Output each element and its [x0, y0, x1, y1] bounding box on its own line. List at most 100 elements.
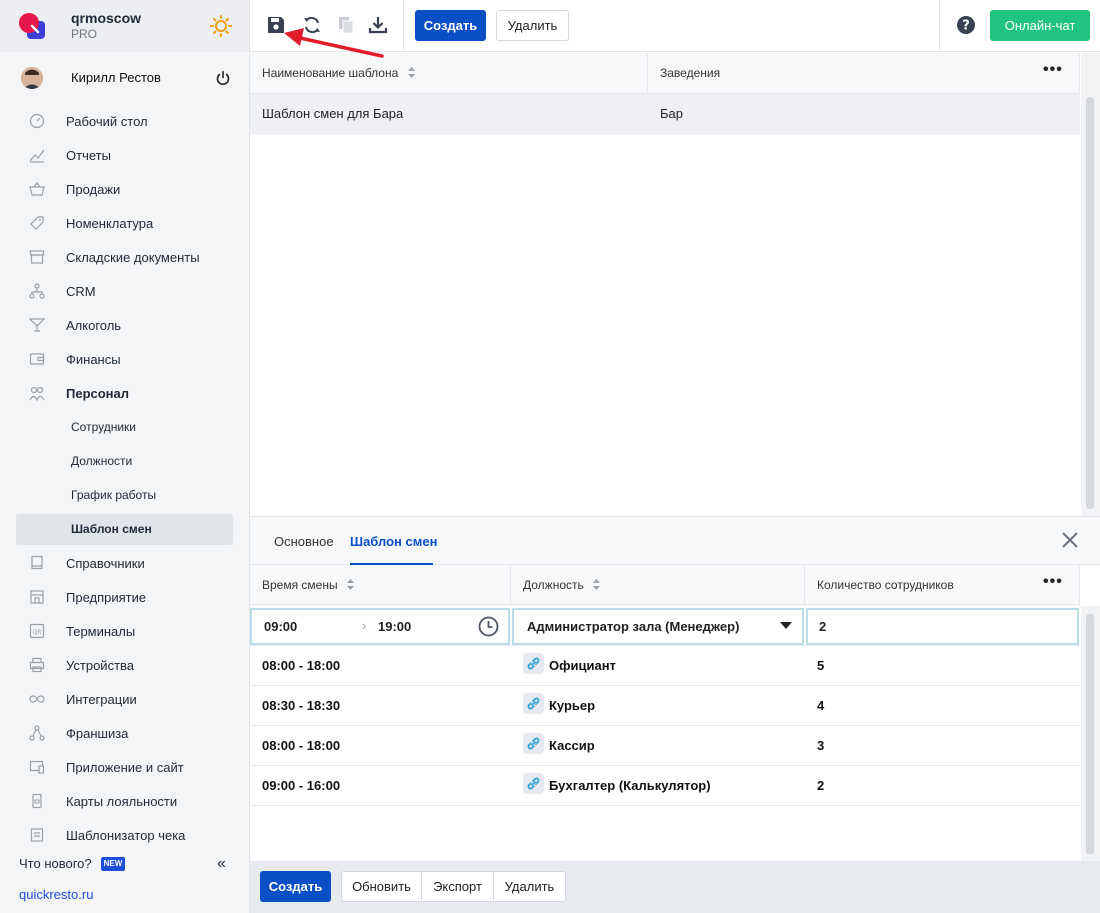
- sidebar-item-franchise[interactable]: Франшиза: [0, 716, 249, 750]
- cell-count: 5: [817, 658, 825, 673]
- table-row[interactable]: 08:00 - 18:00 Официант 5: [250, 646, 1080, 686]
- shift-end-input[interactable]: 19:00: [378, 619, 411, 634]
- copy-icon[interactable]: [336, 15, 356, 35]
- caret-down-icon[interactable]: [780, 622, 792, 630]
- scroll-thumb[interactable]: [1086, 614, 1094, 854]
- panel-tabs: Основное Шаблон смен: [250, 517, 1100, 565]
- position-select-value: Администратор зала (Менеджер): [527, 619, 740, 634]
- column-header-count[interactable]: Количество сотрудников: [817, 578, 954, 592]
- detail-panel: Основное Шаблон смен Время смены Должнос…: [250, 516, 1100, 862]
- sidebar-item-alcohol[interactable]: Алкоголь: [0, 308, 249, 342]
- sidebar-item-receipt-templates[interactable]: Шаблонизатор чека: [0, 818, 249, 852]
- sidebar-item-nomenclature[interactable]: Номенклатура: [0, 206, 249, 240]
- sidebar-item-label: Алкоголь: [66, 318, 122, 333]
- user-row[interactable]: Кирилл Рестов: [0, 60, 249, 96]
- link-icon[interactable]: [523, 693, 544, 714]
- sidebar-item-label: Финансы: [66, 352, 121, 367]
- sort-icon[interactable]: [407, 67, 415, 78]
- shift-start-input[interactable]: 09:00: [264, 619, 297, 634]
- refresh-icon[interactable]: [302, 15, 322, 35]
- sidebar-item-loyalty[interactable]: Карты лояльности: [0, 784, 249, 818]
- column-divider: [1079, 53, 1080, 94]
- column-menu-icon[interactable]: •••: [1043, 61, 1063, 79]
- power-icon[interactable]: [215, 70, 231, 86]
- book-icon: [31, 555, 43, 570]
- sidebar-item-dashboard[interactable]: Рабочий стол: [0, 104, 249, 138]
- sidebar-subitem-shift-template[interactable]: Шаблон смен: [0, 512, 249, 546]
- sidebar-subitem-schedule[interactable]: График работы: [0, 478, 249, 512]
- close-icon[interactable]: [1061, 531, 1079, 549]
- sidebar-item-app-site[interactable]: Приложение и сайт: [0, 750, 249, 784]
- scrollbar[interactable]: [1081, 53, 1100, 516]
- tab-main[interactable]: Основное: [274, 534, 334, 549]
- column-header-name[interactable]: Наименование шаблона: [262, 66, 415, 80]
- sidebar-item-sales[interactable]: Продажи: [0, 172, 249, 206]
- link-icon[interactable]: [523, 653, 544, 674]
- sidebar-item-devices[interactable]: Устройства: [0, 648, 249, 682]
- scrollbar[interactable]: [1081, 606, 1100, 862]
- table-row[interactable]: 09:00 - 16:00 Бухгалтер (Калькулятор) 2: [250, 766, 1080, 806]
- sidebar: qrmoscow PRO Кирилл Рестов Рабочий стол …: [0, 0, 250, 913]
- brand-plan: PRO: [71, 27, 98, 41]
- cocktail-icon: [29, 318, 45, 332]
- clock-icon[interactable]: [478, 616, 499, 637]
- count-input[interactable]: 2: [806, 608, 1079, 645]
- create-button[interactable]: Создать: [415, 10, 486, 41]
- shifts-table-header: Время смены Должность Количество сотрудн…: [250, 565, 1080, 605]
- store-icon: [30, 590, 44, 604]
- sidebar-subitem-employees[interactable]: Сотрудники: [0, 410, 249, 444]
- position-select[interactable]: Администратор зала (Менеджер): [512, 608, 804, 645]
- top-toolbar: Создать Удалить ? Онлайн-чат: [250, 0, 1100, 52]
- shift-time-editor[interactable]: 09:00 › 19:00: [250, 608, 510, 645]
- link-icon[interactable]: [523, 773, 544, 794]
- sidebar-item-enterprise[interactable]: Предприятие: [0, 580, 249, 614]
- sidebar-item-label: Персонал: [66, 386, 130, 401]
- sidebar-item-crm[interactable]: CRM: [0, 274, 249, 308]
- refresh-button[interactable]: Обновить: [341, 871, 422, 902]
- delete-button[interactable]: Удалить: [496, 10, 569, 41]
- column-menu-icon[interactable]: •••: [1043, 573, 1063, 591]
- sidebar-item-directories[interactable]: Справочники: [0, 546, 249, 580]
- brand-logo[interactable]: [18, 12, 46, 40]
- templates-table: Наименование шаблона Заведения ••• Шабло…: [250, 53, 1100, 516]
- sidebar-item-integrations[interactable]: Интеграции: [0, 682, 249, 716]
- column-header-position[interactable]: Должность: [523, 578, 601, 592]
- theme-sun-icon[interactable]: [210, 15, 232, 37]
- scroll-thumb[interactable]: [1086, 97, 1094, 509]
- column-header-venues[interactable]: Заведения: [660, 66, 720, 80]
- column-header-time[interactable]: Время смены: [262, 578, 354, 592]
- sidebar-item-finance[interactable]: Финансы: [0, 342, 249, 376]
- table-row[interactable]: 08:30 - 18:30 Курьер 4: [250, 686, 1080, 726]
- link-icon[interactable]: [523, 733, 544, 754]
- tab-shift-template[interactable]: Шаблон смен: [350, 534, 437, 549]
- collapse-sidebar-icon[interactable]: «: [217, 855, 226, 873]
- save-icon[interactable]: [266, 15, 286, 35]
- sidebar-item-label: Рабочий стол: [66, 114, 148, 129]
- cell-time: 09:00 - 16:00: [262, 778, 341, 793]
- cell-template-name: Шаблон смен для Бара: [262, 106, 404, 121]
- table-row[interactable]: Шаблон смен для Бара Бар: [250, 94, 1080, 134]
- table-row-editing[interactable]: 09:00 › 19:00 Администратор зала (Менедж…: [250, 606, 1080, 646]
- sort-icon[interactable]: [346, 579, 354, 590]
- brand-header: qrmoscow PRO: [0, 0, 249, 52]
- whats-new-link[interactable]: Что нового?: [19, 856, 92, 871]
- footer-delete-button[interactable]: Удалить: [493, 871, 566, 902]
- sidebar-item-warehouse-docs[interactable]: Складские документы: [0, 240, 249, 274]
- online-chat-button[interactable]: Онлайн-чат: [990, 10, 1090, 41]
- help-icon[interactable]: ?: [956, 15, 976, 35]
- sort-icon[interactable]: [593, 579, 601, 590]
- sidebar-item-reports[interactable]: Отчеты: [0, 138, 249, 172]
- avatar[interactable]: [21, 67, 43, 89]
- sidebar-item-terminals[interactable]: QR Терминалы: [0, 614, 249, 648]
- sidebar-item-personnel[interactable]: Персонал: [0, 376, 249, 410]
- sidebar-subitem-label: Сотрудники: [71, 420, 136, 434]
- sidebar-item-label: CRM: [66, 284, 96, 299]
- sidebar-subitem-positions[interactable]: Должности: [0, 444, 249, 478]
- site-link[interactable]: quickresto.ru: [19, 887, 93, 902]
- table-row[interactable]: 08:00 - 18:00 Кассир 3: [250, 726, 1080, 766]
- footer-create-button[interactable]: Создать: [260, 871, 331, 902]
- printer-icon: [29, 657, 45, 673]
- download-icon[interactable]: [368, 15, 388, 35]
- export-button[interactable]: Экспорт: [421, 871, 494, 902]
- sidebar-subitem-label: Должности: [71, 454, 133, 468]
